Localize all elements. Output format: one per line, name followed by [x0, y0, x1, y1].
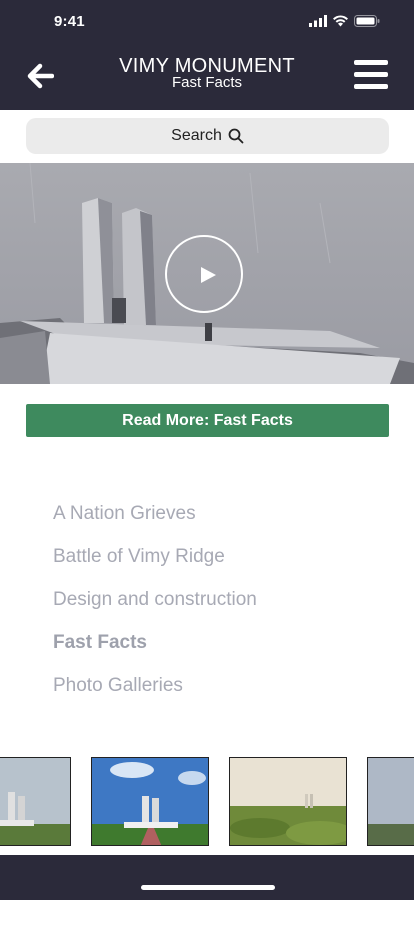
link-battle-of-vimy-ridge[interactable]: Battle of Vimy Ridge — [53, 543, 257, 586]
search-bar[interactable]: Search — [26, 118, 389, 154]
search-icon — [228, 128, 244, 144]
wifi-icon — [333, 15, 348, 27]
status-bar: 9:41 — [0, 0, 414, 44]
battery-icon — [354, 15, 380, 27]
gallery-thumb[interactable] — [0, 757, 71, 846]
status-icons — [309, 15, 380, 27]
read-more-button[interactable]: Read More: Fast Facts — [26, 404, 389, 437]
link-design-and-construction[interactable]: Design and construction — [53, 586, 257, 629]
play-button[interactable] — [165, 235, 243, 313]
photo-gallery — [0, 757, 414, 847]
menu-icon — [354, 60, 388, 65]
status-time: 9:41 — [54, 13, 85, 30]
nav-subtitle: Fast Facts — [171, 74, 242, 91]
gallery-thumb[interactable] — [367, 757, 414, 846]
gallery-thumb[interactable] — [91, 757, 209, 846]
link-fast-facts[interactable]: Fast Facts — [53, 629, 257, 672]
gallery-thumb[interactable] — [229, 757, 347, 846]
search-label: Search — [171, 127, 222, 144]
play-icon — [201, 267, 216, 283]
signal-icon — [309, 15, 327, 27]
link-a-nation-grieves[interactable]: A Nation Grieves — [53, 500, 257, 543]
bottom-bar — [0, 855, 414, 900]
menu-button[interactable] — [354, 58, 390, 92]
home-indicator[interactable] — [141, 885, 275, 890]
section-links: A Nation Grieves Battle of Vimy Ridge De… — [53, 500, 257, 715]
nav-bar: VIMY MONUMENT Fast Facts — [0, 44, 414, 110]
link-photo-galleries[interactable]: Photo Galleries — [53, 672, 257, 715]
